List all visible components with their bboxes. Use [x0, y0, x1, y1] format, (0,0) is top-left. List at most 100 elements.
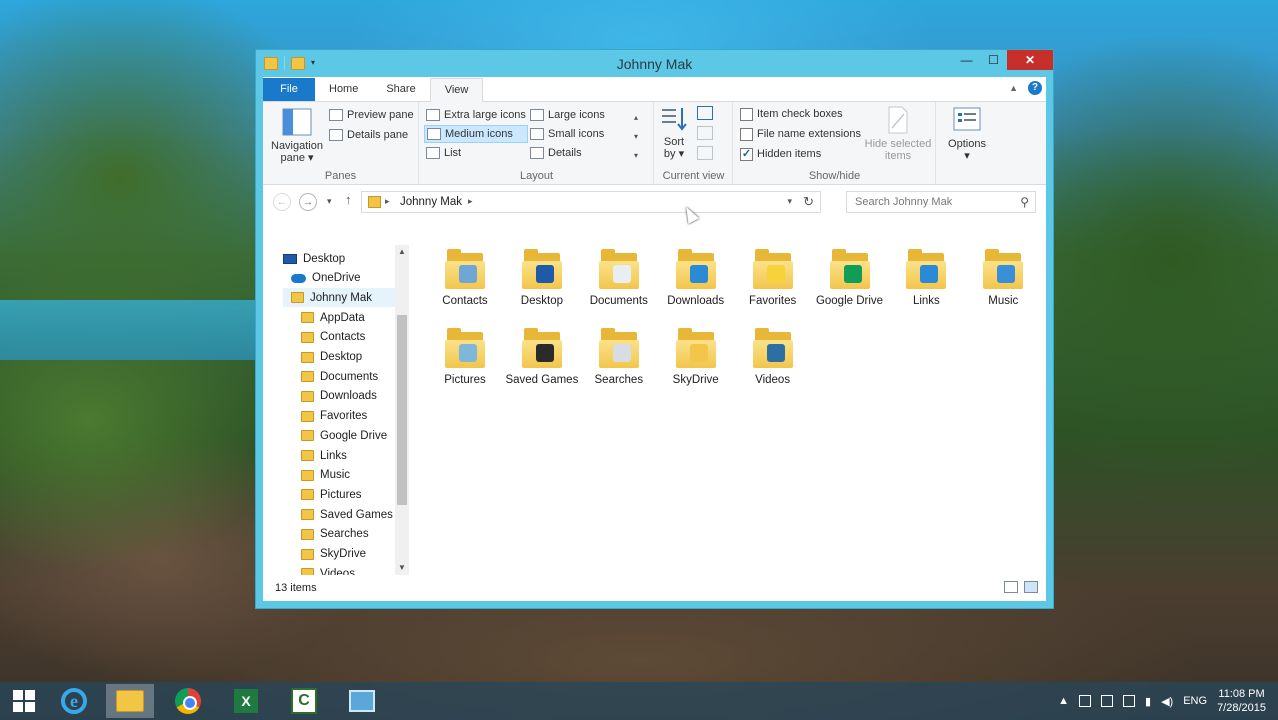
- medium-icons-button[interactable]: Medium icons: [424, 125, 528, 143]
- layout-scroll-icon[interactable]: ▴ ▾ ▾: [634, 108, 638, 165]
- nav-tree-item[interactable]: Contacts: [301, 328, 395, 347]
- forward-button[interactable]: →: [299, 193, 317, 211]
- hidden-items-toggle[interactable]: ✓ Hidden items: [740, 145, 821, 163]
- small-icons-button[interactable]: Small icons: [530, 125, 604, 143]
- nav-tree-item[interactable]: Searches: [301, 525, 395, 544]
- nav-tree-item[interactable]: Saved Games: [301, 505, 395, 524]
- add-columns-icon[interactable]: [697, 126, 713, 140]
- taskbar-remote-desktop[interactable]: [338, 684, 386, 718]
- folder-item[interactable]: Saved Games: [504, 324, 580, 387]
- nav-tree-item[interactable]: Desktop: [283, 249, 395, 268]
- start-button[interactable]: [0, 684, 48, 718]
- breadcrumb-chevron-icon[interactable]: ▸: [385, 196, 390, 207]
- nav-tree-label: Saved Games: [320, 508, 393, 521]
- nav-tree-label: Searches: [320, 528, 369, 541]
- large-icons-button[interactable]: Large icons: [530, 106, 605, 124]
- tab-file[interactable]: File: [263, 78, 315, 101]
- navigation-pane-button[interactable]: Navigation pane ▾: [269, 108, 325, 164]
- item-check-boxes-toggle[interactable]: Item check boxes: [740, 105, 843, 123]
- folder-item[interactable]: Favorites: [735, 245, 811, 308]
- folder-item[interactable]: Music: [965, 245, 1041, 308]
- group-panes-label: Panes: [324, 170, 357, 182]
- details-view-toggle-icon[interactable]: [1004, 581, 1018, 593]
- hide-selected-items-button[interactable]: Hide selected items: [864, 106, 932, 162]
- details-view-button[interactable]: Details: [530, 144, 582, 162]
- folder-item[interactable]: Pictures: [427, 324, 503, 387]
- folder-item[interactable]: Contacts: [427, 245, 503, 308]
- folder-icon: [301, 410, 314, 422]
- minimize-button[interactable]: —: [953, 50, 980, 70]
- action-center-icon[interactable]: [1101, 695, 1114, 707]
- taskbar-camtasia[interactable]: C: [280, 684, 328, 718]
- folder-item[interactable]: Videos: [735, 324, 811, 387]
- taskbar-file-explorer[interactable]: [106, 684, 154, 718]
- back-button[interactable]: ←: [273, 193, 291, 211]
- close-button[interactable]: ✕: [1007, 50, 1053, 70]
- breadcrumb-path[interactable]: Johnny Mak: [400, 196, 462, 208]
- folder-item[interactable]: Desktop: [504, 245, 580, 308]
- nav-tree-item[interactable]: Google Drive: [301, 426, 395, 445]
- recent-locations-icon[interactable]: ▾: [327, 196, 332, 207]
- collapse-ribbon-icon[interactable]: ▲: [1009, 83, 1018, 93]
- scroll-down-icon[interactable]: ▼: [395, 561, 409, 575]
- nav-pane-scrollbar[interactable]: ▲ ▼: [395, 245, 409, 575]
- folder-label: Saved Games: [505, 374, 579, 386]
- nav-tree-item[interactable]: Music: [301, 466, 395, 485]
- nav-tree-item[interactable]: Desktop: [301, 348, 395, 367]
- nav-tree-item[interactable]: OneDrive: [291, 269, 395, 288]
- nav-tree-item[interactable]: Downloads: [301, 387, 395, 406]
- ribbon-tabs: File Home Share View ▲ ?: [263, 77, 1046, 102]
- details-pane-button[interactable]: Details pane: [329, 126, 408, 144]
- sort-by-button[interactable]: Sort by ▾: [659, 106, 689, 160]
- tab-view[interactable]: View: [429, 78, 484, 102]
- hidden-items-checkbox[interactable]: ✓: [740, 147, 753, 161]
- volume-icon[interactable]: ◀): [1161, 695, 1173, 708]
- folder-item[interactable]: Downloads: [658, 245, 734, 308]
- large-icons-view-toggle-icon[interactable]: [1024, 581, 1038, 593]
- tab-share[interactable]: Share: [372, 78, 429, 101]
- breadcrumb-chevron-icon-2[interactable]: ▸: [468, 196, 473, 207]
- scroll-thumb[interactable]: [397, 315, 407, 505]
- item-check-boxes-checkbox[interactable]: [740, 107, 753, 121]
- taskbar-internet-explorer[interactable]: e: [50, 684, 98, 718]
- title-bar[interactable]: ▾ Johnny Mak — ☐ ✕: [256, 50, 1053, 77]
- power-icon[interactable]: [1123, 695, 1136, 707]
- nav-tree-item[interactable]: Pictures: [301, 485, 395, 504]
- scroll-up-icon[interactable]: ▲: [395, 245, 409, 259]
- nav-tree-item[interactable]: Johnny Mak: [283, 288, 395, 308]
- nav-tree-item[interactable]: SkyDrive: [301, 545, 395, 564]
- address-bar[interactable]: ▸ Johnny Mak ▸ ▾ ↻: [361, 191, 821, 213]
- address-dropdown-icon[interactable]: ▾: [787, 196, 792, 207]
- taskbar-excel[interactable]: X: [222, 684, 270, 718]
- nav-tree-item[interactable]: Documents: [301, 367, 395, 386]
- show-hidden-icons-icon[interactable]: ▲: [1058, 695, 1069, 707]
- extra-large-icons-button[interactable]: Extra large icons: [426, 106, 530, 124]
- maximize-button[interactable]: ☐: [980, 50, 1007, 70]
- taskbar-chrome[interactable]: [164, 684, 212, 718]
- file-name-extensions-checkbox[interactable]: [740, 127, 753, 141]
- search-input[interactable]: Search Johnny Mak ⚲: [846, 191, 1036, 213]
- size-columns-icon[interactable]: [697, 146, 713, 160]
- list-button[interactable]: List: [426, 144, 461, 162]
- network-icon[interactable]: ▮: [1145, 695, 1151, 708]
- nav-tree-item[interactable]: AppData: [301, 308, 395, 327]
- folder-item[interactable]: Documents: [581, 245, 657, 308]
- nav-tree-item[interactable]: Links: [301, 446, 395, 465]
- up-button[interactable]: ↑: [345, 192, 352, 207]
- tab-home[interactable]: Home: [315, 78, 372, 101]
- clock[interactable]: 11:08 PM 7/28/2015: [1217, 687, 1266, 715]
- file-name-extensions-toggle[interactable]: File name extensions: [740, 125, 861, 143]
- folder-item[interactable]: Searches: [581, 324, 657, 387]
- group-by-icon[interactable]: [697, 106, 713, 120]
- nav-tree-label: Links: [320, 449, 347, 462]
- folder-item[interactable]: SkyDrive: [658, 324, 734, 387]
- options-button[interactable]: Options ▾: [943, 106, 991, 162]
- folder-item[interactable]: Google Drive: [812, 245, 888, 308]
- refresh-icon[interactable]: ↻: [803, 194, 814, 210]
- nav-tree-item[interactable]: Favorites: [301, 407, 395, 426]
- folder-item[interactable]: Links: [888, 245, 964, 308]
- windows-flag-icon[interactable]: [1079, 695, 1092, 707]
- preview-pane-button[interactable]: Preview pane: [329, 106, 414, 124]
- language-indicator[interactable]: ENG: [1183, 695, 1207, 707]
- help-icon[interactable]: ?: [1028, 81, 1042, 95]
